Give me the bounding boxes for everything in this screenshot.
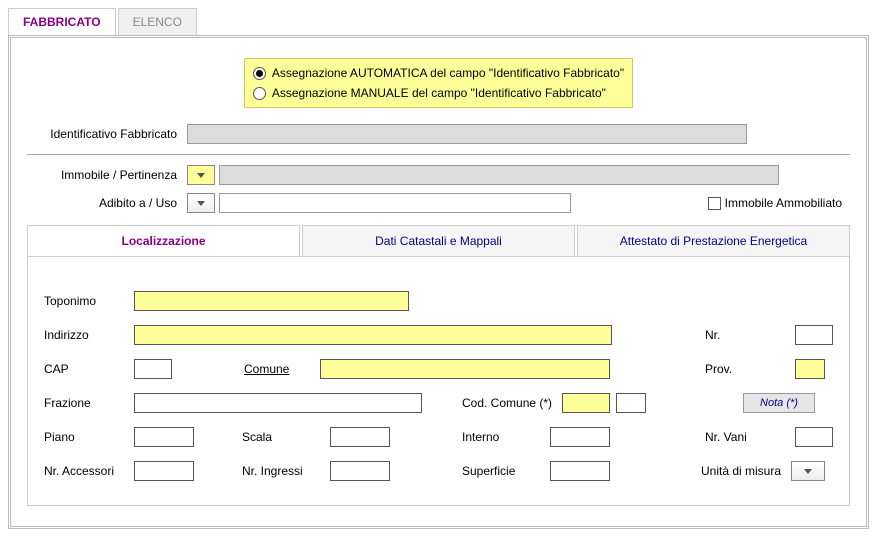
subtab-localizzazione[interactable]: Localizzazione	[27, 225, 300, 256]
divider	[27, 154, 850, 155]
input-cod-comune[interactable]	[562, 393, 610, 413]
localizzazione-panel: Toponimo Indirizzo Nr. CAP Comune Prov. …	[27, 257, 850, 506]
input-nr-accessori[interactable]	[134, 461, 194, 481]
input-nr-ingressi[interactable]	[330, 461, 390, 481]
input-indirizzo[interactable]	[134, 325, 612, 345]
input-comune[interactable]	[320, 359, 610, 379]
sub-tabs: Localizzazione Dati Catastali e Mappali …	[27, 225, 850, 257]
label-nr-vani: Nr. Vani	[705, 430, 795, 444]
input-cap[interactable]	[134, 359, 172, 379]
select-unita-misura[interactable]	[791, 461, 825, 481]
row-immobile: Immobile / Pertinenza	[27, 165, 850, 185]
label-cod-comune: Cod. Comune (*)	[462, 396, 562, 410]
label-interno: Interno	[462, 430, 550, 444]
subtab-attestato[interactable]: Attestato di Prestazione Energetica	[577, 225, 850, 256]
row-indirizzo: Indirizzo Nr.	[44, 325, 833, 345]
label-scala: Scala	[242, 430, 330, 444]
select-adibito[interactable]	[187, 193, 215, 213]
input-adibito-desc[interactable]	[219, 193, 571, 213]
row-identificativo: Identificativo Fabbricato	[27, 124, 850, 144]
radio-icon	[253, 87, 266, 100]
label-adibito: Adibito a / Uso	[27, 196, 187, 210]
input-identificativo[interactable]	[187, 124, 747, 144]
input-piano[interactable]	[134, 427, 194, 447]
row-accessori: Nr. Accessori Nr. Ingressi Superficie Un…	[44, 461, 833, 481]
label-nr-ingressi: Nr. Ingressi	[242, 464, 330, 478]
button-nota[interactable]: Nota (*)	[743, 393, 815, 413]
input-prov[interactable]	[795, 359, 825, 379]
checkbox-ammobiliato-label: Immobile Ammobiliato	[725, 196, 842, 210]
label-nr: Nr.	[705, 328, 795, 342]
row-toponimo: Toponimo	[44, 291, 833, 311]
label-piano: Piano	[44, 430, 134, 444]
assignment-radio-group: Assegnazione AUTOMATICA del campo "Ident…	[244, 58, 633, 108]
radio-auto-label: Assegnazione AUTOMATICA del campo "Ident…	[272, 66, 624, 80]
radio-manual[interactable]: Assegnazione MANUALE del campo "Identifi…	[253, 83, 624, 103]
radio-icon	[253, 67, 266, 80]
label-cap: CAP	[44, 362, 134, 376]
input-nr[interactable]	[795, 325, 833, 345]
radio-auto[interactable]: Assegnazione AUTOMATICA del campo "Ident…	[253, 63, 624, 83]
label-frazione: Frazione	[44, 396, 134, 410]
label-superficie: Superficie	[462, 464, 550, 478]
row-frazione: Frazione Cod. Comune (*) Nota (*)	[44, 393, 833, 413]
checkbox-icon	[708, 197, 721, 210]
label-identificativo: Identificativo Fabbricato	[27, 127, 187, 141]
input-immobile-desc[interactable]	[219, 165, 779, 185]
tab-fabbricato[interactable]: FABBRICATO	[8, 8, 116, 35]
label-immobile: Immobile / Pertinenza	[27, 168, 187, 182]
label-nr-accessori: Nr. Accessori	[44, 464, 134, 478]
input-superficie[interactable]	[550, 461, 610, 481]
chevron-down-icon	[804, 469, 812, 474]
row-cap: CAP Comune Prov.	[44, 359, 833, 379]
input-nr-vani[interactable]	[795, 427, 833, 447]
tab-elenco[interactable]: ELENCO	[118, 8, 197, 35]
input-toponimo[interactable]	[134, 291, 409, 311]
input-scala[interactable]	[330, 427, 390, 447]
label-unita-misura: Unità di misura	[701, 464, 791, 478]
input-cod-comune-ext[interactable]	[616, 393, 646, 413]
label-indirizzo: Indirizzo	[44, 328, 134, 342]
input-frazione[interactable]	[134, 393, 422, 413]
chevron-down-icon	[197, 173, 205, 178]
label-toponimo: Toponimo	[44, 294, 134, 308]
main-panel: Assegnazione AUTOMATICA del campo "Ident…	[8, 35, 869, 529]
subtab-catastali[interactable]: Dati Catastali e Mappali	[302, 225, 575, 256]
checkbox-ammobiliato[interactable]: Immobile Ammobiliato	[708, 196, 842, 210]
radio-manual-label: Assegnazione MANUALE del campo "Identifi…	[272, 86, 606, 100]
link-comune[interactable]: Comune	[244, 362, 320, 376]
input-interno[interactable]	[550, 427, 610, 447]
chevron-down-icon	[197, 201, 205, 206]
row-piano: Piano Scala Interno Nr. Vani	[44, 427, 833, 447]
label-prov: Prov.	[705, 362, 795, 376]
select-immobile[interactable]	[187, 165, 215, 185]
row-adibito: Adibito a / Uso Immobile Ammobiliato	[27, 193, 850, 213]
top-tabs: FABBRICATO ELENCO	[8, 8, 877, 35]
